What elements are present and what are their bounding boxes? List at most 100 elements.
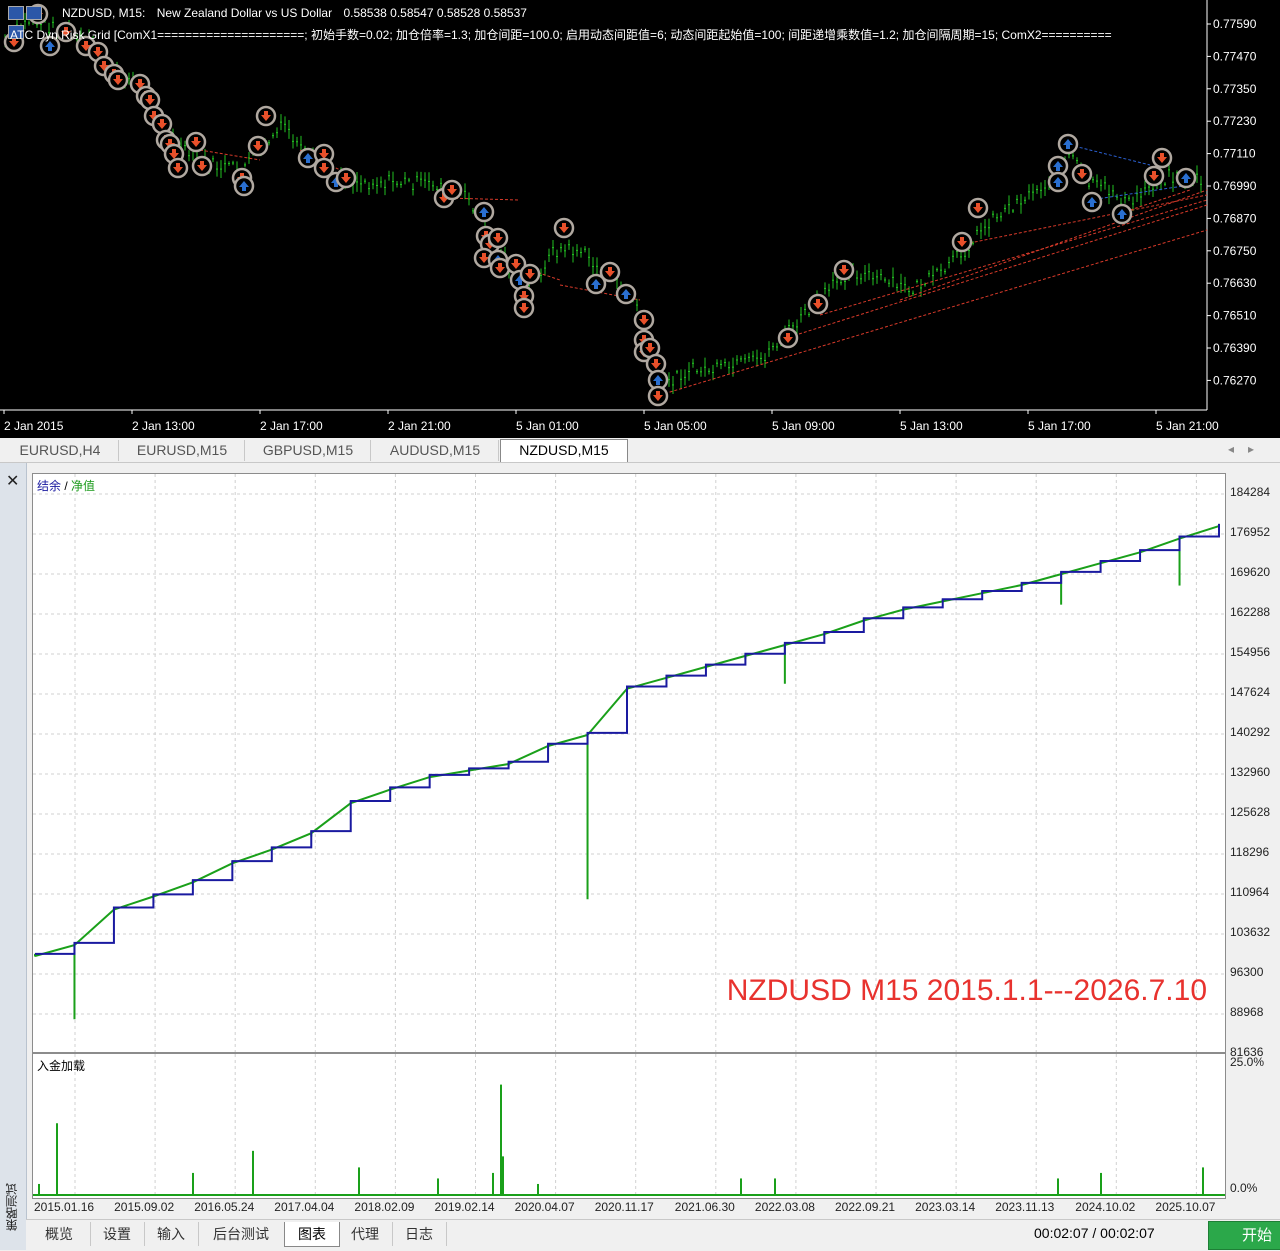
x-axis-label: 2024.10.02 [1075,1200,1136,1214]
tester-tab-4[interactable]: 图表 [284,1222,340,1247]
buy-marker-icon[interactable] [1081,191,1103,213]
sell-marker-icon[interactable] [167,157,189,179]
close-icon[interactable]: ✕ [6,471,19,491]
deposit-load-canvas [33,1054,1225,1198]
tester-tab-0[interactable]: 概览 [28,1222,91,1246]
price-chart-canvas: 0.77590 0.77470 0.77350 0.77230 0.77110 0.769… [0,0,1257,433]
tester-tab-2[interactable]: 输入 [144,1222,199,1246]
sell-marker-icon[interactable] [519,263,541,285]
x-axis-label: 2023.11.13 [995,1200,1055,1214]
sell-marker-icon[interactable] [1151,147,1173,169]
equity-y-label: 110964 [1230,885,1270,899]
equity-y-label: 184284 [1230,485,1271,499]
equity-y-label: 132960 [1230,765,1271,779]
sell-marker-icon[interactable] [185,131,207,153]
symbol-tab-nzdusd-m15[interactable]: NZDUSD,M15 [500,439,628,462]
sell-marker-icon[interactable] [967,197,989,219]
symbol-description: New Zealand Dollar vs US Dollar [156,6,333,20]
x-axis-label: 2016.05.24 [194,1200,255,1214]
buy-marker-icon[interactable] [615,283,637,305]
sell-marker-icon[interactable] [647,385,669,407]
tester-side-strip: ✕ 策略测试 [0,463,27,1250]
tester-side-title: 策略测试 [5,1183,19,1231]
buy-marker-icon[interactable] [1047,171,1069,193]
balance-line [35,523,1220,955]
expert-caption: ATC Dyn Risk Grid [ComX1================… [10,26,1112,43]
sell-marker-icon[interactable] [487,227,509,249]
sell-marker-icon[interactable] [255,105,277,127]
time-label: 2 Jan 21:00 [388,419,451,433]
candles [4,12,1202,394]
equity-y-label: 88968 [1230,1005,1264,1019]
price-label: 0.77470 [1213,49,1257,63]
sell-marker-icon[interactable] [833,259,855,281]
order-line [1069,144,1151,166]
equity-line [34,525,1220,957]
sell-marker-icon[interactable] [107,69,129,91]
price-label: 0.77110 [1213,147,1256,161]
symbol-tab-audusd-m15[interactable]: AUDUSD,M15 [372,440,499,461]
x-axis-label: 2022.03.08 [754,1200,815,1214]
sell-marker-icon[interactable] [247,135,269,157]
legend-balance: 结余 [37,479,62,493]
chevron-right-icon[interactable]: ▸ [1248,442,1268,456]
equity-y-label: 125628 [1230,805,1271,819]
buy-marker-icon[interactable] [1111,203,1133,225]
sell-marker-icon[interactable] [191,155,213,177]
chart-toolbar-icon[interactable] [8,6,58,39]
buy-marker-icon[interactable] [233,175,255,197]
x-axis-label: 2023.03.14 [915,1200,976,1214]
expert-params: ATC Dyn Risk Grid [ComX1================… [10,28,1112,42]
equity-y-label: 118296 [1230,845,1270,859]
tester-tab-3[interactable]: 后台测试 [198,1222,285,1246]
load-y-label: 25.0% [1230,1055,1265,1069]
x-axis-label: 2025.10.07 [1155,1200,1216,1214]
symbol-tab-eurusd-h4[interactable]: EURUSD,H4 [2,440,119,461]
tester-tab-6[interactable]: 日志 [392,1222,447,1246]
buy-marker-icon[interactable] [473,201,495,223]
sell-marker-icon[interactable] [599,261,621,283]
sell-marker-icon[interactable] [777,327,799,349]
time-label: 5 Jan 13:00 [900,419,963,433]
start-button[interactable]: 开始 [1208,1221,1280,1250]
sell-marker-icon[interactable] [951,231,973,253]
sell-marker-icon[interactable] [513,297,535,319]
price-label: 0.77230 [1213,114,1257,128]
price-label: 0.76990 [1213,179,1257,193]
price-label: 0.76510 [1213,309,1257,323]
deposit-load-chart[interactable]: 入金加载 [32,1053,1226,1199]
load-y-label: 0.0% [1230,1181,1258,1195]
tester-x-axis: 2015.01.16 2015.09.02 2016.05.24 2017.04.04… [32,1199,1224,1215]
tester-tab-5[interactable]: 代理 [338,1222,393,1246]
elapsed-timer: 00:02:07 / 00:02:07 [1034,1225,1155,1241]
sell-marker-icon[interactable] [1143,165,1165,187]
sell-marker-icon[interactable] [1071,163,1093,185]
symbol-caption: NZDUSD, M15: New Zealand Dollar vs US Do… [62,6,535,20]
price-chart[interactable]: 0.77590 0.77470 0.77350 0.77230 0.77110 0.769… [0,0,1280,438]
symbol-tab-eurusd-m15[interactable]: EURUSD,M15 [120,440,245,461]
tester-tab-1[interactable]: 设置 [90,1222,145,1246]
sell-marker-icon[interactable] [807,293,829,315]
equity-chart[interactable]: 结余 / 净值 NZDUSD M15 2015.1.1---2026.7.10 [32,473,1226,1053]
sell-marker-icon[interactable] [553,217,575,239]
buy-marker-icon[interactable] [1057,133,1079,155]
sell-marker-icon[interactable] [441,179,463,201]
time-label: 5 Jan 09:00 [772,419,835,433]
sell-marker-icon[interactable] [633,309,655,331]
equity-y-label: 154956 [1230,645,1271,659]
x-axis-label: 2018.02.09 [354,1200,415,1214]
equity-y-label: 140292 [1230,725,1271,739]
x-axis-label: 2015.01.16 [34,1200,95,1214]
equity-chart-canvas [33,474,1225,1052]
symbol-tab-gbpusd-m15[interactable]: GBPUSD,M15 [246,440,371,461]
price-label: 0.76630 [1213,276,1257,290]
chevron-left-icon[interactable]: ◂ [1228,442,1248,456]
tab-scroll-arrows[interactable]: ◂▸ [1228,442,1268,456]
time-label: 2 Jan 17:00 [260,419,323,433]
legend-equity: 净值 [71,479,96,493]
time-label: 5 Jan 21:00 [1156,419,1219,433]
sell-marker-icon[interactable] [335,167,357,189]
x-axis-label: 2021.06.30 [674,1200,735,1214]
buy-marker-icon[interactable] [1175,167,1197,189]
x-axis-label: 2019.02.14 [434,1200,495,1214]
